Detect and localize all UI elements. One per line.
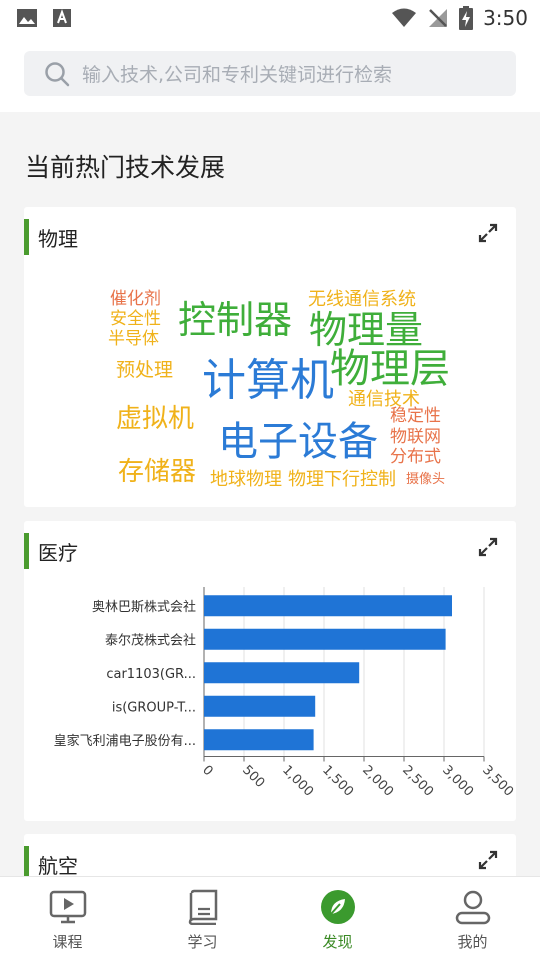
x-tick-label: 500 bbox=[239, 763, 267, 791]
x-tick-label: 3,000 bbox=[439, 763, 476, 800]
nav-label: 我的 bbox=[457, 933, 488, 951]
nav-item-discover[interactable]: 发现 bbox=[270, 877, 405, 960]
user-icon bbox=[455, 890, 490, 925]
word-cloud-term[interactable]: 电子设备 bbox=[218, 422, 378, 462]
bar bbox=[204, 662, 360, 684]
card-header: 物理 bbox=[24, 219, 78, 255]
wifi-icon bbox=[392, 8, 417, 27]
bar bbox=[204, 628, 446, 650]
search-header: 输入技术,公司和专利关键词进行检索 bbox=[0, 36, 540, 112]
card-title: 航空 bbox=[38, 853, 78, 878]
no-signal-icon bbox=[429, 9, 448, 27]
card-header: 医疗 bbox=[24, 533, 78, 569]
word-cloud-term[interactable]: 物理量 bbox=[309, 311, 423, 349]
word-cloud-term[interactable]: 存储器 bbox=[118, 459, 196, 485]
nav-item-courses[interactable]: 课程 bbox=[0, 877, 135, 960]
search-icon bbox=[45, 61, 70, 86]
category-label: car1103(GR... bbox=[106, 667, 196, 682]
x-tick-label: 3,500 bbox=[479, 763, 516, 800]
word-cloud-term[interactable]: 无线通信系统 bbox=[308, 291, 416, 309]
nav-item-study[interactable]: 学习 bbox=[135, 877, 270, 960]
search-input[interactable]: 输入技术,公司和专利关键词进行检索 bbox=[24, 51, 516, 96]
category-label: 泰尔茂株式会社 bbox=[105, 632, 196, 648]
nav-item-me[interactable]: 我的 bbox=[405, 877, 540, 960]
bar bbox=[204, 595, 452, 617]
category-label: 奥林巴斯株式会社 bbox=[92, 599, 196, 615]
status-bar: 3:50 bbox=[0, 0, 540, 36]
word-cloud-term[interactable]: 催化剂 bbox=[110, 291, 161, 308]
word-cloud-term[interactable]: 稳定性 bbox=[390, 408, 441, 425]
nav-label: 课程 bbox=[52, 933, 83, 951]
card-accent-bar bbox=[24, 219, 29, 255]
word-cloud-term[interactable]: 物联网 bbox=[390, 429, 441, 446]
word-cloud-term[interactable]: 地球物理 bbox=[210, 471, 282, 489]
section-title: 当前热门技术发展 bbox=[25, 153, 226, 182]
word-cloud: 催化剂 安全性 半导体 控制器 无线通信系统 物理量 预处理 计算机 物理层 通信技术 稳定性 虚拟机… bbox=[24, 277, 516, 507]
battery-charging-icon bbox=[459, 6, 474, 30]
compass-leaf-icon bbox=[320, 890, 355, 924]
search-placeholder: 输入技术,公司和专利关键词进行检索 bbox=[82, 64, 393, 86]
word-cloud-term[interactable]: 物理层 bbox=[330, 349, 450, 389]
book-icon bbox=[188, 889, 217, 925]
nav-label: 学习 bbox=[187, 933, 218, 951]
card-medical: 医疗 0 500 1,000 1,500 2,000 2,500 3,000 3,500 奥林巴… bbox=[24, 521, 516, 821]
nav-label: 发现 bbox=[322, 933, 353, 951]
x-tick-label: 1,500 bbox=[319, 763, 356, 800]
category-label: is(GROUP-T... bbox=[112, 700, 196, 715]
image-notification-icon bbox=[17, 9, 37, 27]
expand-icon[interactable] bbox=[478, 537, 498, 557]
bar-chart: 0 500 1,000 1,500 2,000 2,500 3,000 3,500 奥林巴斯株式… bbox=[54, 587, 516, 800]
bottom-nav: 课程 学习 发现 我的 bbox=[0, 876, 540, 960]
x-tick-label: 0 bbox=[199, 763, 215, 779]
status-time: 3:50 bbox=[483, 6, 528, 30]
word-cloud-term[interactable]: 物理下行控制 bbox=[288, 471, 396, 489]
word-cloud-term[interactable]: 控制器 bbox=[178, 301, 292, 339]
category-label: 皇家飞利浦电子股份有... bbox=[54, 733, 196, 749]
card-physics: 物理 催化剂 安全性 半导体 控制器 无线通信系统 物理量 预处理 计算机 物理层 通信技术 稳定性… bbox=[24, 207, 516, 507]
x-tick-label: 2,000 bbox=[359, 763, 396, 800]
word-cloud-term[interactable]: 摄像头 bbox=[406, 473, 445, 486]
bar bbox=[204, 695, 316, 717]
word-cloud-term[interactable]: 预处理 bbox=[116, 361, 173, 380]
word-cloud-term[interactable]: 安全性 bbox=[110, 311, 161, 328]
word-cloud-term[interactable]: 计算机 bbox=[202, 359, 334, 403]
card-accent-bar bbox=[24, 533, 29, 569]
word-cloud-term[interactable]: 半导体 bbox=[108, 331, 159, 348]
x-tick-label: 1,000 bbox=[279, 763, 316, 800]
bar bbox=[204, 729, 314, 751]
expand-icon[interactable] bbox=[478, 223, 498, 243]
text-notification-icon bbox=[53, 9, 71, 27]
card-title: 医疗 bbox=[38, 540, 78, 565]
video-lesson-icon bbox=[49, 890, 86, 924]
word-cloud-term[interactable]: 虚拟机 bbox=[116, 406, 194, 432]
card-title: 物理 bbox=[38, 226, 78, 251]
word-cloud-term[interactable]: 分布式 bbox=[390, 449, 441, 466]
x-tick-label: 2,500 bbox=[399, 763, 436, 800]
expand-icon[interactable] bbox=[478, 850, 498, 870]
